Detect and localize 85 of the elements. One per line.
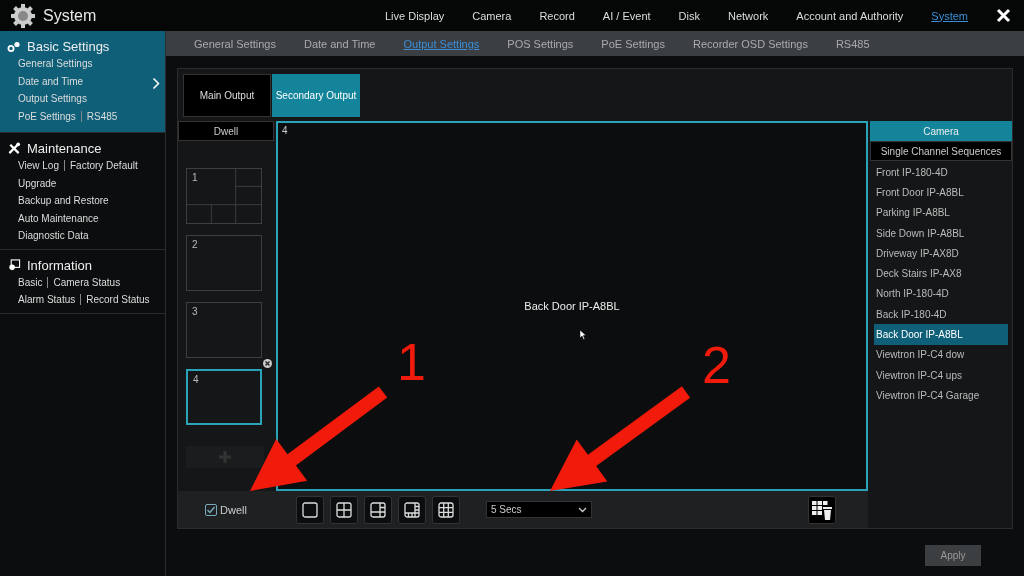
layout-button[interactable] <box>432 495 460 524</box>
dwell-checkbox[interactable] <box>205 503 218 516</box>
sidebar-item[interactable]: Diagnostic Data <box>18 230 89 242</box>
sub-tab[interactable]: PoE Settings <box>601 37 665 50</box>
grid-layout-icon <box>301 500 319 519</box>
sidebar-item[interactable]: Output Settings <box>18 93 87 105</box>
thumbnail-number: 3 <box>192 306 198 317</box>
thumbnail-number: 4 <box>193 374 199 385</box>
camera-name: Back Door IP-A8BL <box>524 300 620 312</box>
camera-item[interactable]: Deck Stairs IP-AX8 <box>874 263 1008 284</box>
sidebar-item[interactable]: Record Status <box>80 294 150 306</box>
sequence-thumbnail[interactable]: 3 <box>186 302 262 358</box>
thumbnail-number: 1 <box>192 172 198 183</box>
camera-item[interactable]: Side Down IP-A8BL <box>874 222 1008 244</box>
camera-item[interactable]: Back IP-180-4D <box>874 304 1008 325</box>
plus-icon <box>219 451 231 463</box>
sequence-thumbnail[interactable]: 2 <box>186 235 262 291</box>
camera-item[interactable]: Back Door IP-A8BL <box>874 324 1008 345</box>
grid-trash-icon <box>811 498 833 521</box>
nav-tab[interactable]: Account and Authority <box>796 9 904 22</box>
window-title: System <box>43 6 97 25</box>
sub-tab[interactable]: Date and Time <box>303 37 376 50</box>
layout-button[interactable] <box>296 495 324 524</box>
sidebar-item[interactable]: PoE Settings <box>18 110 76 122</box>
column-header: Dwell <box>178 121 274 141</box>
nav-tab[interactable]: System <box>931 9 968 22</box>
camera-item[interactable]: Driveway IP-AX8D <box>874 243 1008 264</box>
sub-tab[interactable]: General Settings <box>194 37 276 50</box>
section-title[interactable]: Maintenance <box>27 141 102 156</box>
tools-icon <box>7 142 21 155</box>
camera-item[interactable]: North IP-180-4D <box>874 283 1008 305</box>
annotation-number: 1 <box>397 336 426 388</box>
sidebar-item[interactable]: General Settings <box>18 58 93 70</box>
sidebar-item[interactable]: Basic <box>18 276 43 288</box>
sidebar-item[interactable]: Alarm Status <box>18 294 76 306</box>
sidebar-item[interactable]: View Log <box>18 160 59 172</box>
column-header: Camera <box>870 121 1012 141</box>
grid-layout-icon <box>437 500 455 519</box>
sidebar-item[interactable]: Camera Status <box>47 276 121 288</box>
section-title[interactable]: Information <box>27 257 93 273</box>
grid-layout-icon <box>403 500 421 519</box>
gear-icon <box>10 2 36 29</box>
sub-tab[interactable]: Recorder OSD Settings <box>692 37 808 50</box>
layout-button[interactable] <box>364 495 392 524</box>
dwell-time-select[interactable]: 5 Secs <box>486 501 592 518</box>
sub-tab[interactable]: RS485 <box>835 37 870 50</box>
nav-tab[interactable]: Camera <box>472 9 512 22</box>
layout-button[interactable] <box>398 495 426 524</box>
cursor-icon <box>580 330 587 340</box>
camera-item[interactable]: Parking IP-A8BL <box>874 202 1008 223</box>
grid-layout-icon <box>335 500 353 519</box>
sidebar-item[interactable]: Backup and Restore <box>18 195 109 207</box>
camera-item[interactable]: Viewtron IP-C4 dow <box>874 344 1008 365</box>
sequence-type-header: Single Channel Sequences <box>870 141 1012 161</box>
sidebar-item[interactable]: Auto Maintenance <box>18 212 99 224</box>
camera-item[interactable]: Viewtron IP-C4 Garage <box>874 385 1008 406</box>
annotation-number: 2 <box>702 339 731 391</box>
nav-tab[interactable]: AI / Event <box>602 9 651 22</box>
grid-layout-icon <box>369 500 387 519</box>
output-tab[interactable]: Secondary Output <box>272 74 360 117</box>
sidebar-item[interactable]: Upgrade <box>18 177 57 189</box>
camera-item[interactable]: Front IP-180-4D <box>874 162 1008 183</box>
nav-tab[interactable]: Network <box>727 9 769 22</box>
camera-item[interactable]: Front Door IP-A8BL <box>874 182 1008 203</box>
thumbnail-number: 2 <box>192 239 198 250</box>
nav-tab[interactable]: Live Display <box>384 9 445 22</box>
monitor-gear-icon <box>7 258 21 272</box>
section-title[interactable]: Basic Settings <box>27 39 110 54</box>
caret-icon <box>578 506 587 513</box>
close-icon[interactable] <box>996 8 1011 23</box>
sidebar-item[interactable]: Date and Time <box>18 75 84 87</box>
apply-button[interactable]: Apply <box>925 545 981 566</box>
remove-icon[interactable] <box>263 359 272 368</box>
sub-tab[interactable]: POS Settings <box>507 37 574 50</box>
chevron-icon <box>152 77 160 90</box>
output-tab[interactable]: Main Output <box>183 74 271 117</box>
clear-layout-button[interactable] <box>808 495 836 524</box>
link-icon <box>7 40 21 53</box>
channel-number: 4 <box>282 125 288 136</box>
sequence-thumbnail[interactable]: 1 <box>186 168 262 224</box>
checkbox-label: Dwell <box>220 503 247 516</box>
nav-tab[interactable]: Disk <box>678 9 700 22</box>
nav-tab[interactable]: Record <box>539 9 575 22</box>
layout-button[interactable] <box>330 495 358 524</box>
camera-item[interactable]: Viewtron IP-C4 ups <box>874 364 1008 386</box>
